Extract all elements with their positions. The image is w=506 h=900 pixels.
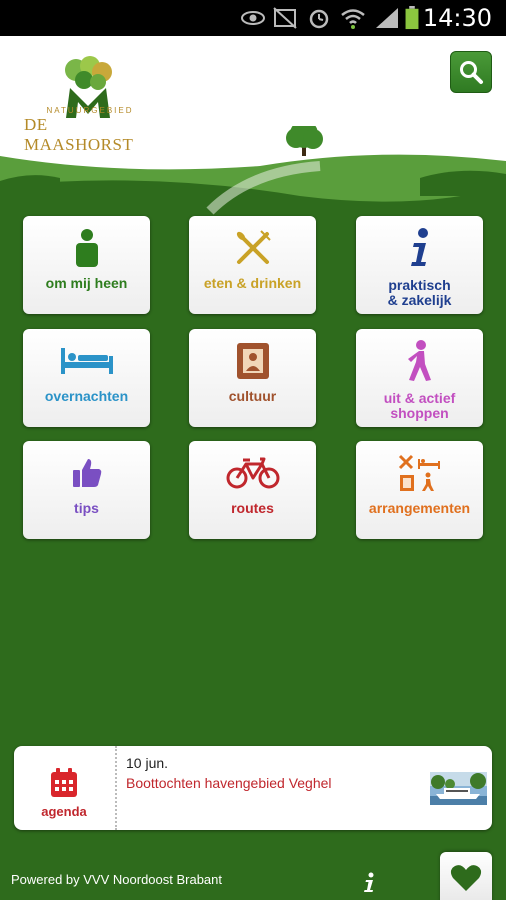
status-bar: 14:30 xyxy=(0,0,506,36)
wifi-icon xyxy=(341,9,365,29)
agenda-card[interactable]: agenda 10 jun. Boottochten havengebied V… xyxy=(14,746,492,830)
picture-frame-icon xyxy=(236,343,269,379)
tile-label-line1: praktisch xyxy=(388,277,451,293)
tile-label: cultuur xyxy=(228,388,277,404)
tile-tips[interactable]: tips xyxy=(23,441,150,539)
tile-label: eten & drinken xyxy=(203,275,302,291)
clock: 14:30 xyxy=(422,4,492,32)
combo-icon xyxy=(398,454,440,491)
no-signal-icon xyxy=(273,7,297,29)
alarm-icon xyxy=(309,9,329,29)
tile-label: routes xyxy=(231,500,274,516)
fork-knife-icon xyxy=(236,230,271,264)
tile-label-line1: uit & actief xyxy=(383,390,456,406)
agenda-event-date: 10 jun. xyxy=(126,755,169,771)
tile-label: tips xyxy=(74,500,99,516)
tile-label: overnachten xyxy=(44,388,129,404)
powered-by-text: Powered by VVV Noordoost Brabant xyxy=(11,872,223,887)
info-icon xyxy=(410,228,428,266)
agenda-button[interactable]: agenda xyxy=(14,746,117,830)
heart-icon xyxy=(450,865,482,891)
search-icon xyxy=(460,61,483,84)
boat-thumbnail xyxy=(430,772,487,805)
tile-routes[interactable]: routes xyxy=(189,441,316,539)
tile-label-line2: & zakelijk xyxy=(387,292,452,308)
signal-icon xyxy=(376,8,398,28)
favorites-button[interactable] xyxy=(440,852,492,900)
bicycle-icon xyxy=(226,457,279,489)
tile-praktisch-zakelijk[interactable]: praktisch & zakelijk xyxy=(356,216,483,314)
logo-tagline: NATUURGEBIED xyxy=(46,106,134,115)
tile-om-mij-heen[interactable]: om mij heen xyxy=(23,216,150,314)
tile-eten-drinken[interactable]: eten & drinken xyxy=(189,216,316,314)
tile-uit-actief-shoppen[interactable]: uit & actief shoppen xyxy=(356,329,483,427)
tile-label: om mij heen xyxy=(45,275,128,291)
agenda-label: agenda xyxy=(41,804,87,819)
agenda-event-title[interactable]: Boottochten havengebied Veghel xyxy=(126,775,332,791)
tile-label-line2: shoppen xyxy=(390,405,449,421)
person-icon xyxy=(75,229,98,267)
info-icon[interactable] xyxy=(362,872,376,892)
tile-label: arrangementen xyxy=(368,500,471,516)
app-header: NATUURGEBIED DE MAASHORST xyxy=(0,36,506,216)
logo-name: DE MAASHORST xyxy=(24,115,134,154)
bed-icon xyxy=(60,348,113,374)
tile-cultuur[interactable]: cultuur xyxy=(189,329,316,427)
walking-person-icon xyxy=(407,340,431,381)
tile-arrangementen[interactable]: arrangementen xyxy=(356,441,483,539)
battery-icon xyxy=(405,6,419,30)
calendar-icon xyxy=(51,768,77,797)
thumbs-up-icon xyxy=(72,459,101,487)
tile-overnachten[interactable]: overnachten xyxy=(23,329,150,427)
eye-icon xyxy=(241,11,265,25)
search-button[interactable] xyxy=(450,51,492,93)
